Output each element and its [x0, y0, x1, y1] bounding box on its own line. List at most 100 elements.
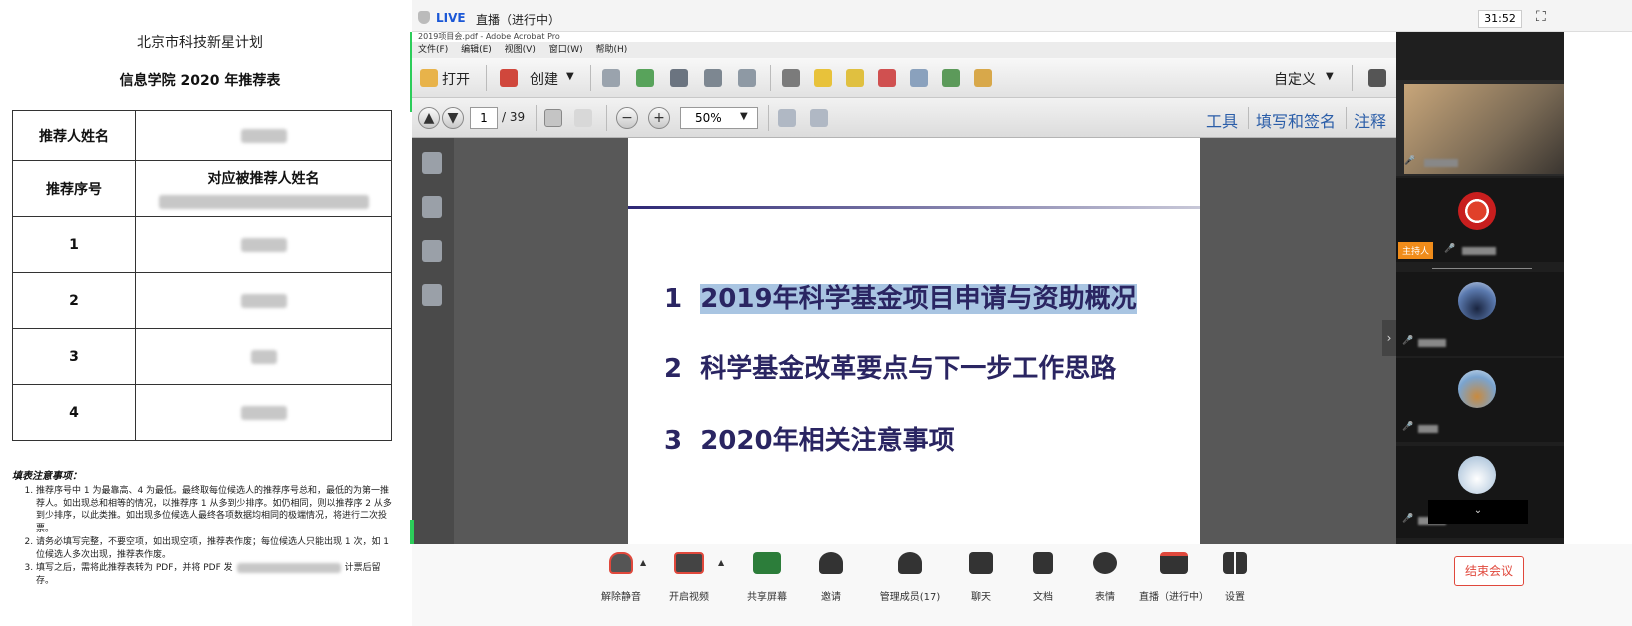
- pages-icon[interactable]: [422, 152, 442, 174]
- hand-tool-icon[interactable]: [574, 109, 592, 127]
- tools-panel-tab[interactable]: 工具: [1206, 108, 1238, 132]
- mic-icon: 🎤: [1402, 514, 1414, 524]
- table-row: 4: [12, 384, 392, 441]
- toolbar-divider: [536, 105, 537, 131]
- chevron-down-icon[interactable]: ⌄: [1428, 500, 1528, 524]
- chevron-up-icon[interactable]: ▲: [718, 558, 724, 567]
- toolbar-divider: [1352, 65, 1353, 91]
- chevron-down-icon[interactable]: ▼: [566, 71, 574, 82]
- document-title: 北京市科技新星计划: [137, 35, 263, 51]
- avatar: [1458, 192, 1496, 230]
- comment-panel-tab[interactable]: 注释: [1354, 108, 1386, 132]
- chevron-down-icon[interactable]: ▼: [1326, 71, 1334, 82]
- recommendation-table: 推荐人姓名 推荐序号 对应被推荐人姓名 1 2 3 4: [12, 110, 392, 441]
- video-tile[interactable]: 🎤 ⌄: [1396, 446, 1564, 538]
- video-tile[interactable]: 🎤: [1396, 358, 1564, 442]
- avatar: [1458, 370, 1496, 408]
- zoom-in-icon[interactable]: +: [648, 107, 670, 129]
- fill-sign-panel-tab[interactable]: 填写和签名: [1256, 108, 1336, 132]
- comment-icon[interactable]: [814, 69, 832, 87]
- document-button[interactable]: 文档: [1010, 552, 1076, 603]
- mail-icon[interactable]: [738, 69, 756, 87]
- share-screen-button[interactable]: 共享屏幕: [734, 552, 800, 603]
- start-video-button[interactable]: 开启视频: [656, 552, 722, 603]
- signature-icon[interactable]: [422, 284, 442, 306]
- bookmark-icon[interactable]: [422, 196, 442, 218]
- zoom-out-icon[interactable]: −: [616, 107, 638, 129]
- chat-button[interactable]: 聊天: [948, 552, 1014, 603]
- menu-help[interactable]: 帮助(H): [596, 45, 628, 55]
- menu-edit[interactable]: 编辑(E): [461, 45, 492, 55]
- manage-members-button[interactable]: 管理成员(17): [870, 552, 950, 603]
- save-icon[interactable]: [602, 69, 620, 87]
- sign-icon[interactable]: [974, 69, 992, 87]
- live-indicator: LIVE: [436, 11, 466, 25]
- toolbar-divider: [590, 65, 591, 91]
- print-icon[interactable]: [670, 69, 688, 87]
- end-meeting-button[interactable]: 结束会议: [1454, 556, 1524, 586]
- select-tool-icon[interactable]: [544, 109, 562, 127]
- video-tile[interactable]: 🎤: [1396, 80, 1564, 176]
- camera-off-icon: [674, 552, 704, 574]
- fit-width-icon[interactable]: [778, 109, 796, 127]
- meeting-window: LIVE 直播（进行中） 31:52 ⛶ 2019项目会.pdf - Adobe…: [410, 0, 1632, 626]
- page-down-icon[interactable]: ▼: [442, 107, 464, 129]
- participant-video-panel: 🎤 主持人 🎤 🎤 🎤 🎤 ⌄: [1396, 32, 1564, 544]
- apps-grid-icon: [1223, 552, 1247, 574]
- attachment-icon[interactable]: [422, 240, 442, 262]
- shield-icon[interactable]: [418, 11, 430, 24]
- create-button[interactable]: 创建: [530, 69, 558, 89]
- delete-pages-icon[interactable]: [878, 69, 896, 87]
- participant-name-redacted: [1418, 425, 1438, 433]
- highlighted-text: 2019年科学基金项目申请与资助概况: [700, 284, 1137, 314]
- video-tile[interactable]: 主持人 🎤: [1396, 178, 1564, 262]
- menu-file[interactable]: 文件(F): [418, 45, 448, 55]
- folder-icon[interactable]: [420, 69, 438, 87]
- table-row: 1: [12, 216, 392, 273]
- acrobat-toolbar: 打开 创建 ▼ 自定义 ▼: [412, 58, 1396, 98]
- menu-window[interactable]: 窗口(W): [549, 45, 583, 55]
- meeting-top-bar: LIVE 直播（进行中） 31:52 ⛶: [412, 0, 1632, 32]
- page-number-input[interactable]: 1: [470, 107, 498, 129]
- chat-icon: [969, 552, 993, 574]
- table-row: 推荐序号 对应被推荐人姓名: [12, 160, 392, 217]
- table-row: 推荐人姓名: [12, 110, 392, 161]
- create-pdf-icon[interactable]: [500, 69, 518, 87]
- export-icon[interactable]: [942, 69, 960, 87]
- video-tile[interactable]: 🎤: [1396, 272, 1564, 356]
- expand-icon[interactable]: [1368, 69, 1386, 87]
- upload-icon[interactable]: [636, 69, 654, 87]
- live-status[interactable]: 直播（进行中）: [476, 11, 560, 28]
- fullscreen-icon[interactable]: ⛶: [1536, 9, 1546, 25]
- order-number: 1: [12, 216, 136, 273]
- acrobat-menu-bar: 文件(F) 编辑(E) 视图(V) 窗口(W) 帮助(H): [412, 42, 1396, 58]
- chevron-down-icon[interactable]: ▼: [740, 111, 748, 122]
- chevron-right-icon[interactable]: ›: [1382, 320, 1396, 356]
- edit-icon[interactable]: [704, 69, 722, 87]
- list-item: 请务必填写完整，不要空项，如出现空项，推荐表作废；每位候选人只能出现 1 次，如…: [36, 536, 392, 561]
- avatar: [1458, 282, 1496, 320]
- insert-pages-icon[interactable]: [910, 69, 928, 87]
- acrobat-title-bar: 2019项目会.pdf - Adobe Acrobat Pro: [412, 32, 1396, 42]
- divider: [1432, 268, 1532, 269]
- toolbar-divider: [606, 105, 607, 131]
- open-button[interactable]: 打开: [442, 69, 470, 89]
- table-row: 2: [12, 272, 392, 329]
- settings-button[interactable]: 设置: [1202, 552, 1268, 603]
- page-up-icon[interactable]: ▲: [418, 107, 440, 129]
- customize-button[interactable]: 自定义: [1274, 69, 1316, 89]
- recommender-label: 推荐人姓名: [12, 110, 136, 161]
- shared-acrobat-window: 2019项目会.pdf - Adobe Acrobat Pro 文件(F) 编辑…: [410, 32, 1396, 544]
- chevron-up-icon[interactable]: ▲: [640, 558, 646, 567]
- slide-item-3: 3 2020年相关注意事项: [664, 426, 955, 456]
- participant-name-redacted: [1424, 159, 1458, 167]
- invite-button[interactable]: 邀请: [798, 552, 864, 603]
- highlight-icon[interactable]: [846, 69, 864, 87]
- fit-page-icon[interactable]: [810, 109, 828, 127]
- page-total: / 39: [502, 110, 526, 124]
- acrobat-nav-toolbar: ▲ ▼ 1 / 39 − + 50% ▼ 工具 填写和签名 注释: [412, 98, 1396, 138]
- live-tv-icon: [1160, 552, 1188, 574]
- reactions-button[interactable]: 表情: [1072, 552, 1138, 603]
- gear-icon[interactable]: [782, 69, 800, 87]
- menu-view[interactable]: 视图(V): [505, 45, 536, 55]
